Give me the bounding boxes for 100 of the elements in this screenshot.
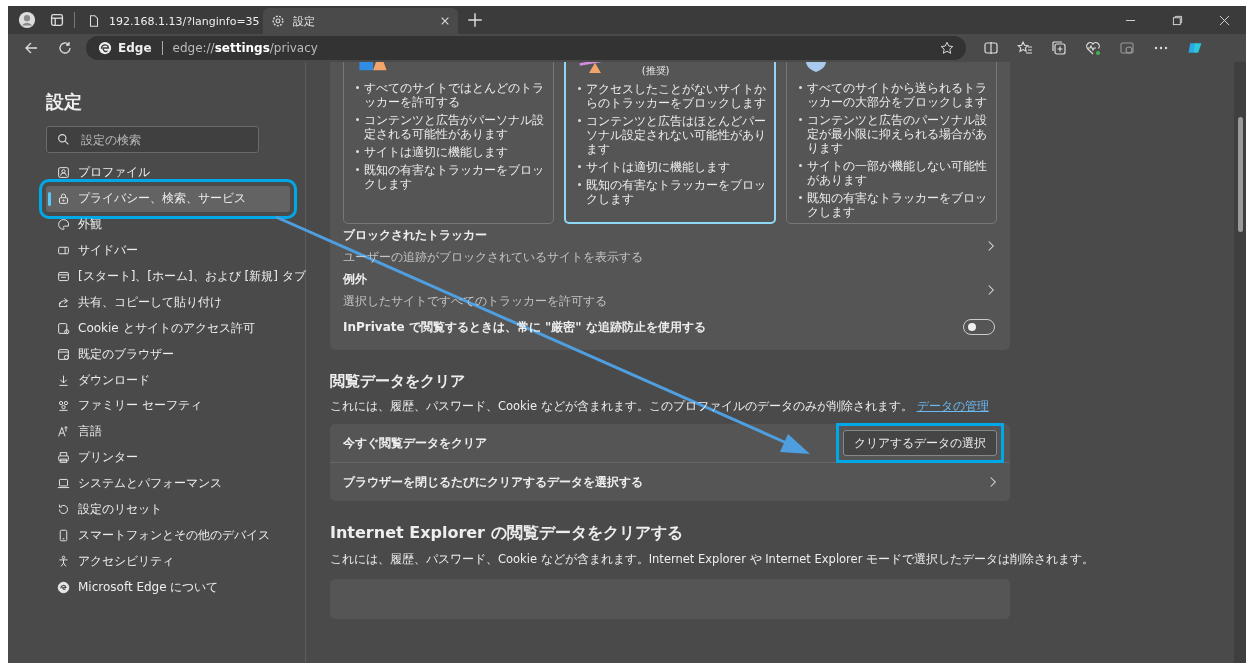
favorites-icon[interactable]: [1017, 40, 1033, 56]
bullet-text: すべてのサイトから送られるトラッカーの大部分をブロックします: [807, 81, 988, 109]
browser-name: Edge: [118, 41, 152, 55]
setting-title: ブラウザーを閉じるたびにクリアするデータを選択する: [343, 473, 643, 491]
bullet-text: 既知の有害なトラッカーをブロックします: [364, 163, 545, 191]
manage-data-link[interactable]: データの管理: [916, 399, 989, 413]
menu-item-icon: [57, 347, 70, 361]
sidebar-item[interactable]: アクセシビリティ: [46, 548, 290, 575]
avatar-icon[interactable]: [18, 11, 36, 29]
collections-icon[interactable]: [1051, 40, 1067, 56]
sidebar-item[interactable]: プロファイル: [46, 160, 290, 186]
bullet-text: 既知の有害なトラッカーをブロックします: [585, 178, 767, 206]
menu-item-icon: [57, 477, 70, 491]
menu-item-icon: [57, 321, 70, 335]
menu-item-label: プライバシー、検索、サービス: [78, 190, 246, 208]
restore-icon[interactable]: [1172, 15, 1183, 26]
setting-title: InPrivate で閲覧するときは、常に "厳密" な追跡防止を使用する: [343, 318, 706, 336]
refresh-icon[interactable]: [57, 40, 73, 56]
settings-title: 設定: [46, 90, 83, 114]
menu-item-icon: [57, 528, 70, 542]
menu-item-label: 既定のブラウザー: [78, 345, 174, 363]
menu-item-label: サイドバー: [78, 242, 138, 260]
sidebar-item[interactable]: Microsoft Edge について: [46, 574, 290, 601]
menu-item-icon: [57, 451, 70, 465]
menu-item-icon: [57, 554, 70, 568]
menu-item-icon: [57, 295, 70, 309]
menu-item-icon: [57, 580, 70, 594]
section-description: これには、履歴、パスワード、Cookie などが含まれます。Internet Explorer や Internet Explorer モードで選択したデータは削除されます。: [330, 552, 1095, 566]
bullet-text: コンテンツと広告のパーソナル設定が最小限に抑えられる場合があります: [807, 113, 988, 155]
new-tab-icon[interactable]: [466, 11, 484, 29]
tab-title: 設定: [293, 13, 316, 29]
menu-item-label: ファミリー セーフティ: [78, 397, 202, 415]
bullet-text: アクセスしたことがないサイトからのトラッカーをブロックします: [585, 82, 767, 110]
sidebar-item[interactable]: サイドバー: [46, 237, 290, 264]
star-icon[interactable]: [940, 41, 954, 55]
sidebar-item[interactable]: 設定のリセット: [46, 496, 290, 523]
menu-item-label: 言語: [78, 423, 102, 441]
tracking-level-card[interactable]: すべてのサイトから送られるトラッカーの大部分をブロックします コンテンツと広告のパーソナル設定が最小限に抑えられる場合があります サイトの一部が機能しない可能性があります 既知の有害なトラッカーをブロックします: [786, 62, 997, 224]
search-icon: [57, 133, 70, 146]
sidebar-item[interactable]: Cookie とサイトのアクセス許可: [46, 315, 290, 342]
setting-title: ブロックされたトラッカー: [343, 226, 488, 244]
sidebar-item[interactable]: システムとパフォーマンス: [46, 470, 290, 497]
chevron-icon[interactable]: [989, 476, 997, 488]
sidebar-item[interactable]: 共有、コピーして貼り付け: [46, 289, 290, 316]
sidebar-item[interactable]: 既定のブラウザー: [46, 341, 290, 368]
chevron-icon[interactable]: [987, 240, 995, 252]
sidebar-item[interactable]: プリンター: [46, 444, 290, 471]
sidebar-item[interactable]: [スタート]、[ホーム]、および [新規] タブ: [46, 263, 312, 290]
tab-title: 192.168.1.13/?langinfo=35: [109, 14, 260, 28]
menu-item-icon: [57, 503, 70, 516]
close-icon[interactable]: [1219, 15, 1230, 26]
bullet-text: 既知の有害なトラッカーをブロックします: [807, 191, 988, 219]
setting-title: 今すぐ閲覧データをクリア: [343, 434, 487, 452]
menu-item-label: スマートフォンとその他のデバイス: [78, 526, 270, 544]
browser-logo-icon: [98, 41, 112, 55]
choose-data-button[interactable]: クリアするデータの選択: [843, 430, 997, 456]
bullet-text: コンテンツと広告はほとんどパーソナル設定されない可能性があります: [585, 114, 767, 156]
menu-item-label: 設定のリセット: [78, 501, 162, 518]
section-heading: Internet Explorer の閲覧データをクリアする: [330, 523, 684, 544]
copilot-icon[interactable]: [1187, 40, 1203, 56]
menu-item-icon: [57, 192, 70, 206]
menu-item-icon: [57, 166, 70, 180]
menu-item-label: [スタート]、[ホーム]、および [新規] タブ: [78, 268, 306, 285]
bullet-text: サイトは適切に機能します: [364, 145, 508, 159]
section-heading: 閲覧データをクリア: [330, 372, 466, 391]
menu-item-icon: [57, 218, 70, 232]
browser-tab[interactable]: 設定: [263, 8, 458, 34]
bullet-text: サイトは適切に機能します: [585, 160, 730, 174]
menu-item-icon: [57, 270, 70, 283]
split-screen-icon[interactable]: [983, 40, 999, 56]
scrollbar-thumb[interactable]: [1237, 117, 1243, 232]
browser-tab[interactable]: 192.168.1.13/?langinfo=35: [79, 8, 259, 34]
recommended-note: (推奨): [641, 64, 670, 78]
menu-item-label: プリンター: [78, 449, 138, 467]
menu-item-icon: [57, 425, 70, 439]
tab-panel-icon[interactable]: [48, 11, 66, 29]
bullet-text: コンテンツと広告がパーソナル設定される可能性があります: [364, 113, 545, 141]
health-icon[interactable]: [1085, 40, 1101, 56]
back-icon[interactable]: [23, 40, 39, 56]
menu-item-label: Cookie とサイトのアクセス許可: [78, 319, 255, 337]
sidebar-item[interactable]: ダウンロード: [46, 367, 290, 393]
sidebar-item[interactable]: スマートフォンとその他のデバイス: [46, 522, 290, 549]
menu-item-label: アクセシビリティ: [78, 552, 174, 570]
sidebar-item[interactable]: 外観: [46, 211, 290, 238]
sidebar-item[interactable]: 言語: [46, 418, 290, 445]
tracking-level-card[interactable]: すべてのサイトではとんどのトラッカーを許可する コンテンツと広告がパーソナル設定される可能性があります サイトは適切に機能します 既知の有害なトラッカーをブロックします: [343, 62, 554, 224]
address-bar[interactable]: Edge edge://settings/privacy: [86, 36, 966, 60]
bullet-text: すべてのサイトではとんどのトラッカーを許可する: [364, 81, 545, 109]
page-icon: [87, 14, 101, 28]
chevron-icon[interactable]: [987, 284, 995, 296]
menu-item-label: Microsoft Edge について: [78, 578, 219, 596]
menu-item-label: 共有、コピーして貼り付け: [78, 293, 222, 311]
search-field[interactable]: 設定の検索: [46, 126, 259, 153]
menu-item-icon: [57, 399, 70, 413]
sidebar-item[interactable]: ファミリー セーフティ: [46, 393, 290, 419]
menu-item-label: ダウンロード: [78, 371, 150, 389]
bullet-text: サイトの一部が機能しない可能性があります: [807, 159, 988, 187]
close-icon[interactable]: [440, 16, 450, 26]
tracking-level-card[interactable]: (推奨) アクセスしたことがないサイトからのトラッカーをブロックします コンテンツと広告はほとんどパーソナル設定されない可能性があります サイトは適切に機能します 既知の有害なトラッカーをブロックします: [563, 62, 777, 224]
url-text: edge://settings/privacy: [172, 41, 318, 55]
